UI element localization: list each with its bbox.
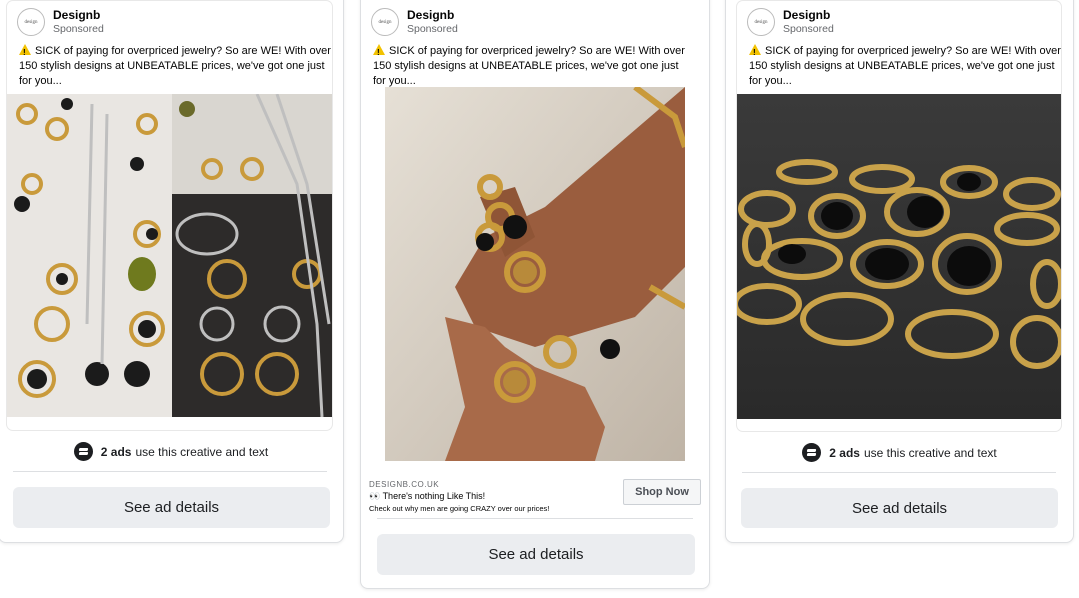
- page-name[interactable]: Designb: [53, 8, 104, 22]
- ad-image[interactable]: [385, 87, 685, 461]
- ads-count-line: 2 ads use this creative and text: [0, 442, 343, 461]
- ad-header: design Designb Sponsored: [17, 7, 104, 37]
- ads-count-suffix: use this creative and text: [135, 444, 269, 459]
- ad-body-text: SICK of paying for overpriced jewelry? S…: [373, 43, 691, 89]
- layers-icon: [802, 443, 822, 462]
- warning-icon: [749, 44, 761, 60]
- avatar[interactable]: design: [371, 8, 399, 36]
- avatar-logo-text: design: [754, 19, 768, 25]
- divider: [377, 518, 693, 519]
- warning-icon: [373, 44, 385, 60]
- ad-header: design Designb Sponsored: [747, 7, 834, 37]
- ad-card-3: design Designb Sponsored SICK of paying …: [725, 0, 1074, 543]
- ad-preview: design Designb Sponsored SICK of paying …: [361, 1, 709, 513]
- sponsored-label: Sponsored: [53, 23, 104, 35]
- ad-card-1: design Designb Sponsored SICK of paying …: [0, 0, 344, 543]
- see-ad-details-button[interactable]: See ad details: [741, 488, 1058, 528]
- see-ad-details-button[interactable]: See ad details: [377, 534, 695, 575]
- link-domain: DESIGNB.CO.UK: [369, 480, 440, 489]
- page-name[interactable]: Designb: [407, 8, 458, 22]
- ads-count: 2 ads: [829, 445, 860, 460]
- avatar-logo-text: design: [378, 19, 392, 25]
- link-title: 👀 There's nothing Like This!: [369, 491, 619, 502]
- ad-image[interactable]: [737, 94, 1061, 419]
- ad-text: SICK of paying for overpriced jewelry? S…: [749, 45, 1061, 87]
- sponsored-label: Sponsored: [783, 23, 834, 35]
- eyes-icon: 👀: [369, 491, 381, 501]
- ads-count: 2 ads: [100, 444, 132, 459]
- warning-icon: [19, 44, 31, 60]
- sponsored-label: Sponsored: [407, 23, 458, 35]
- divider: [13, 471, 327, 472]
- ad-text: SICK of paying for overpriced jewelry? S…: [373, 45, 685, 87]
- link-title-text: There's nothing Like This!: [382, 491, 486, 501]
- ads-count-line: 2 ads use this creative and text: [726, 443, 1073, 462]
- avatar-logo-text: design: [24, 19, 38, 25]
- ad-preview: design Designb Sponsored SICK of paying …: [7, 1, 332, 430]
- avatar[interactable]: design: [17, 8, 45, 36]
- divider: [742, 472, 1056, 473]
- ad-card-2: design Designb Sponsored SICK of paying …: [360, 0, 710, 589]
- avatar[interactable]: design: [747, 8, 775, 36]
- see-ad-details-button[interactable]: See ad details: [13, 487, 330, 528]
- link-info[interactable]: DESIGNB.CO.UK 👀 There's nothing Like Thi…: [369, 480, 619, 513]
- page-name[interactable]: Designb: [783, 8, 834, 22]
- ad-header: design Designb Sponsored: [371, 7, 458, 37]
- ad-preview: design Designb Sponsored SICK of paying …: [737, 1, 1061, 431]
- ad-body-text: SICK of paying for overpriced jewelry? S…: [19, 43, 332, 89]
- link-description: Check out why men are going CRAZY over o…: [369, 504, 550, 513]
- ad-text: SICK of paying for overpriced jewelry? S…: [19, 45, 331, 87]
- ad-body-text: SICK of paying for overpriced jewelry? S…: [749, 43, 1061, 89]
- ads-count-suffix: use this creative and text: [863, 445, 997, 460]
- layers-icon: [73, 442, 93, 461]
- shop-now-button[interactable]: Shop Now: [623, 479, 701, 505]
- ad-image[interactable]: [7, 94, 332, 417]
